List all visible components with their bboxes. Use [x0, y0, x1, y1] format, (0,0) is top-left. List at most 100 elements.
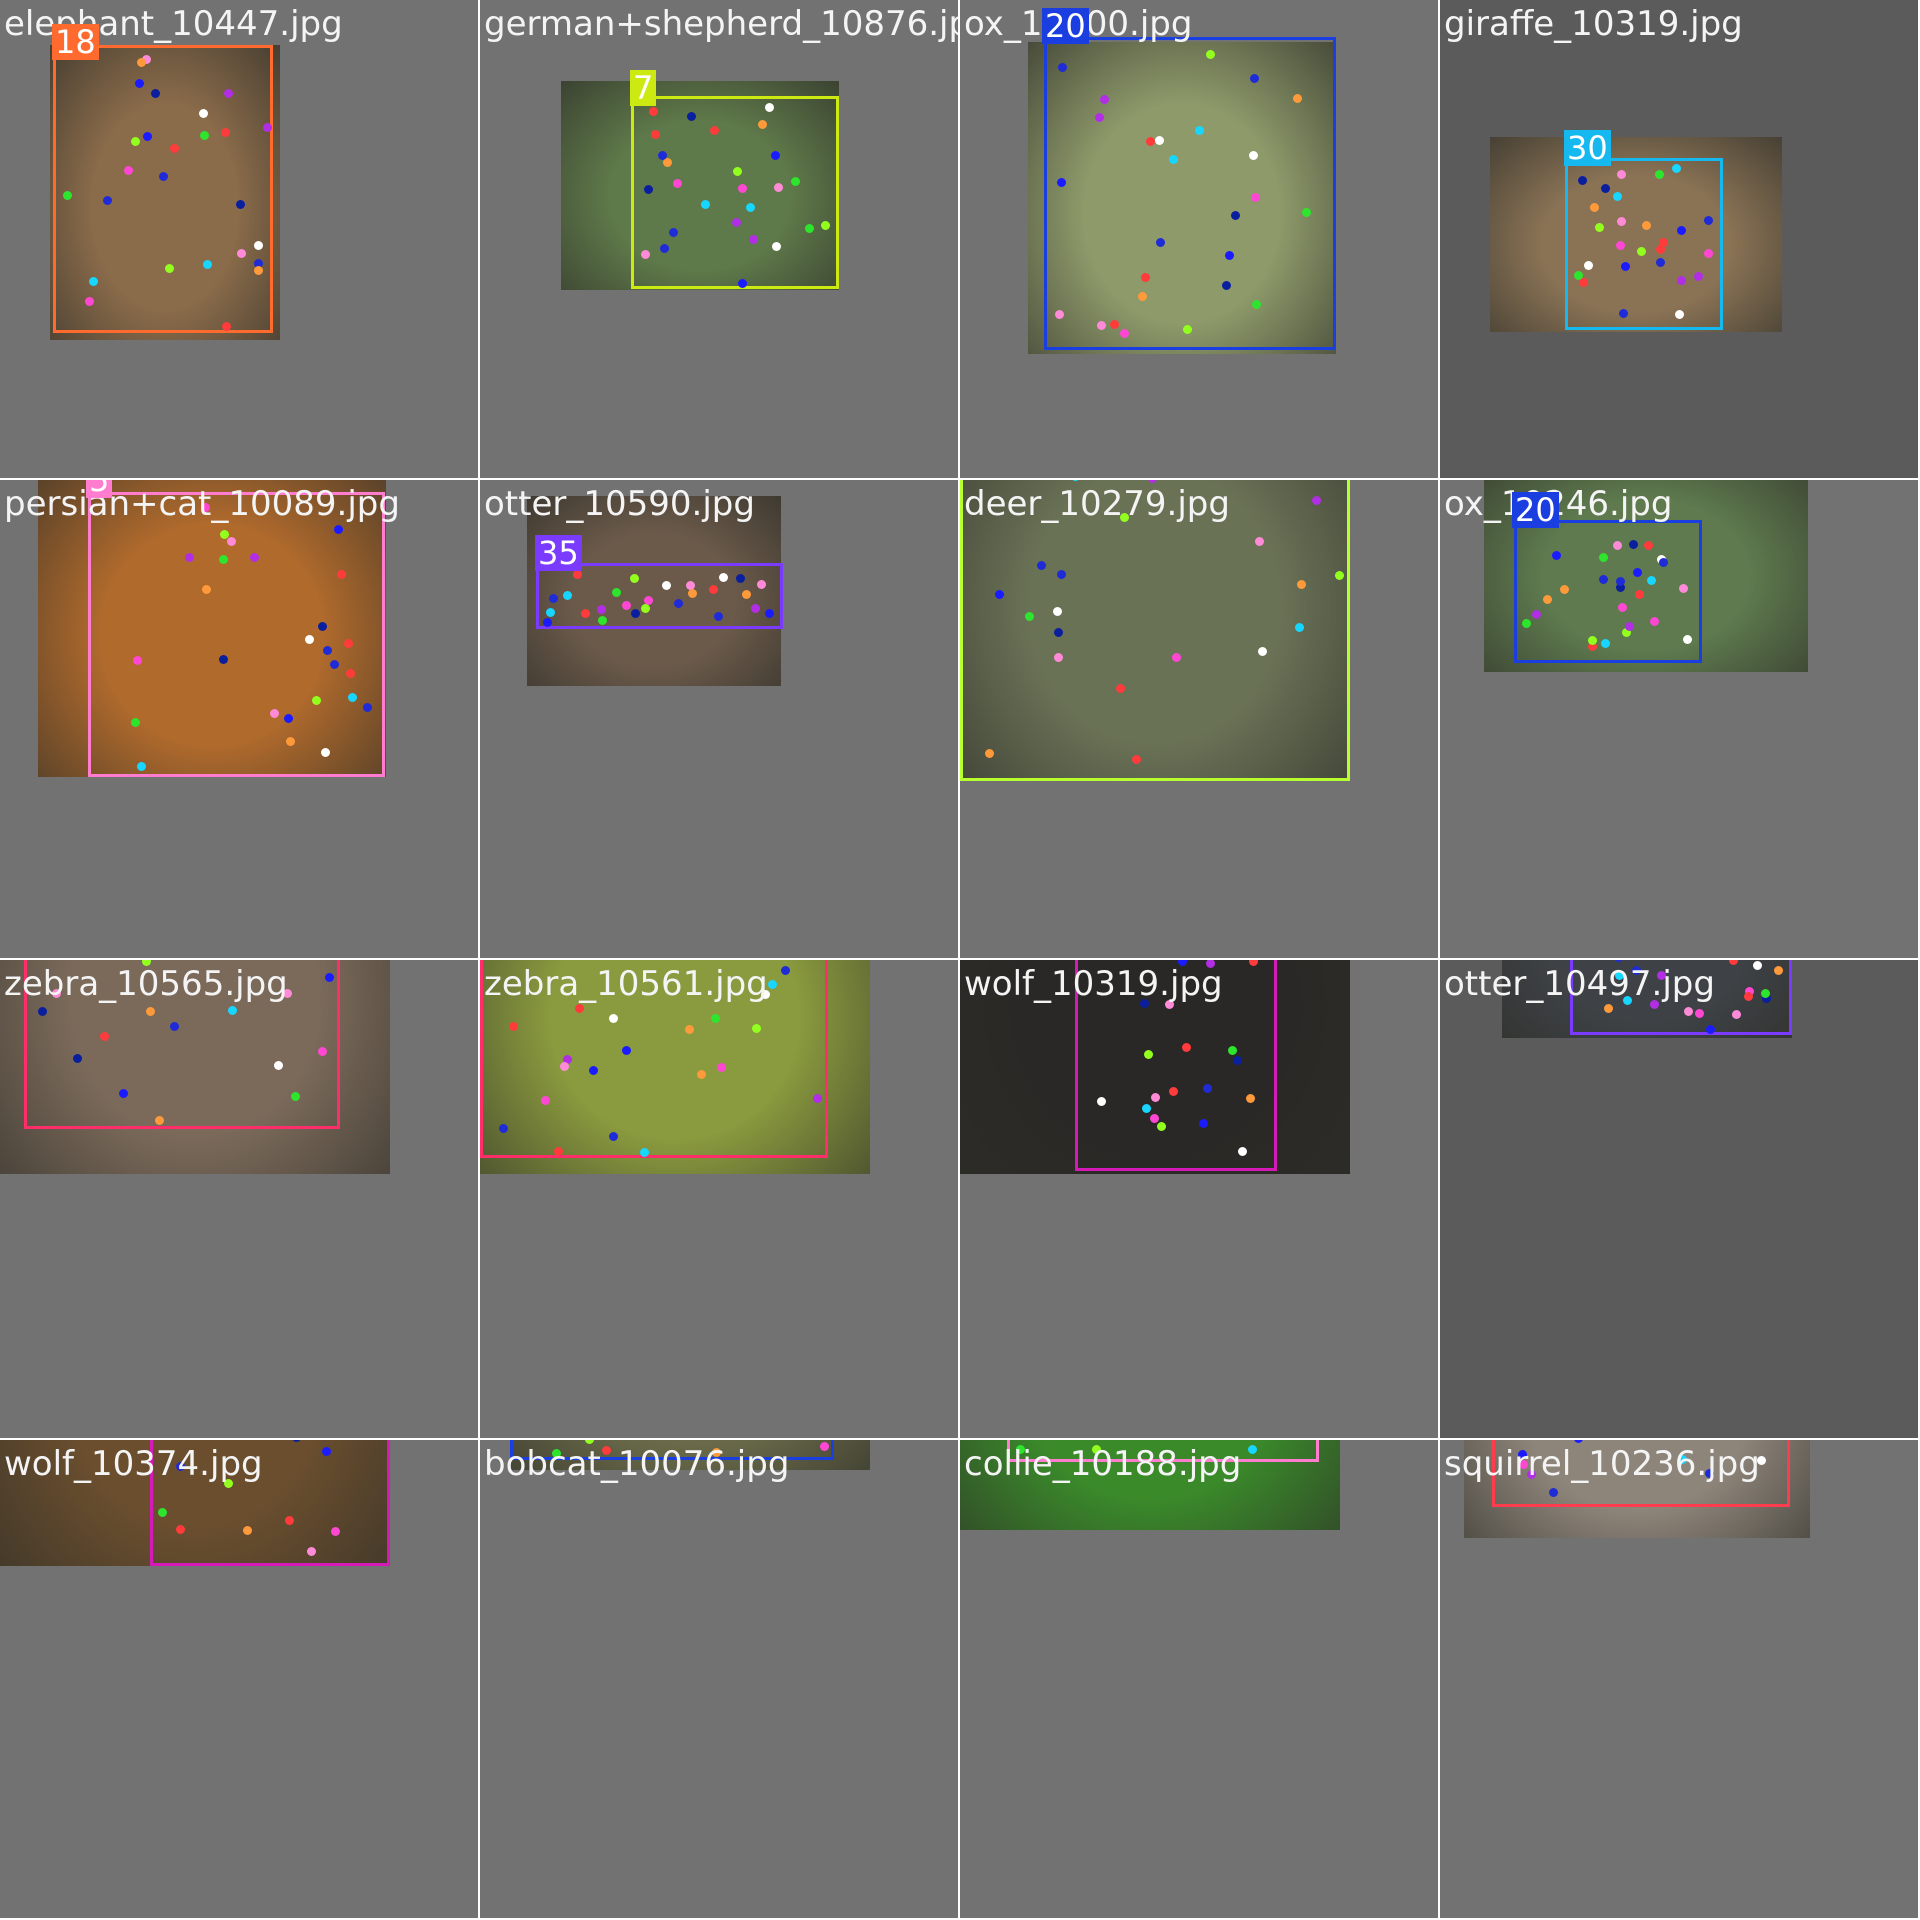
- class-label: 7: [630, 70, 657, 106]
- keypoint: [736, 573, 746, 583]
- keypoint: [1604, 1003, 1614, 1013]
- keypoint: [51, 988, 61, 998]
- keypoint: [1054, 627, 1064, 637]
- tile-otter-10497-jpg[interactable]: otter_10497.jpg35: [1440, 960, 1920, 1440]
- keypoint: [317, 621, 327, 631]
- tile-deer-10279-jpg[interactable]: deer_10279.jpg39: [960, 480, 1440, 960]
- keypoint: [657, 150, 667, 160]
- keypoint: [223, 1479, 233, 1489]
- keypoint: [1141, 1103, 1151, 1113]
- keypoint: [1245, 1093, 1255, 1103]
- keypoint: [821, 220, 830, 230]
- keypoint: [1205, 960, 1215, 969]
- keypoint: [347, 692, 357, 702]
- tile-ox-10246-jpg[interactable]: ox_10246.jpg20: [1440, 480, 1920, 960]
- keypoint: [621, 600, 631, 610]
- keypoint: [130, 717, 140, 727]
- keypoint: [201, 584, 211, 594]
- keypoint: [1249, 73, 1259, 83]
- keypoint: [1091, 1444, 1101, 1454]
- keypoint: [581, 608, 591, 618]
- tile-zebra-10565-jpg[interactable]: zebra_10565.jpg37: [0, 960, 480, 1440]
- keypoint: [641, 249, 651, 259]
- tile-squirrel-10236-jpg[interactable]: squirrel_10236.jpg26: [1440, 1440, 1920, 1920]
- keypoint: [1015, 1444, 1025, 1454]
- tile-persian-cat-10089-jpg[interactable]: persian+cat_10089.jpg 5: [0, 480, 480, 960]
- keypoint: [733, 166, 743, 176]
- keypoint: [154, 1115, 164, 1125]
- class-label: 35: [535, 535, 582, 571]
- keypoint: [760, 990, 770, 1000]
- keypoint: [1140, 272, 1150, 282]
- keypoint: [1615, 240, 1625, 250]
- keypoint: [362, 702, 372, 712]
- keypoint: [820, 1441, 830, 1451]
- tile-wolf-10319-jpg[interactable]: wolf_10319.jpg31: [960, 960, 1440, 1440]
- tile-ox-10200-jpg[interactable]: ox_10200.jpg20: [960, 0, 1440, 480]
- keypoint: [748, 234, 758, 244]
- keypoint: [1094, 112, 1104, 122]
- keypoint: [651, 129, 661, 139]
- bounding-box: [1492, 1440, 1790, 1507]
- keypoint: [574, 1004, 584, 1014]
- keypoint: [306, 1546, 316, 1556]
- keypoint: [684, 1024, 694, 1034]
- keypoint: [102, 195, 112, 205]
- keypoint: [1694, 271, 1704, 281]
- keypoint: [320, 748, 330, 758]
- keypoint: [1612, 540, 1622, 550]
- keypoint: [330, 659, 340, 669]
- keypoint: [1054, 310, 1064, 320]
- keypoint: [1676, 226, 1686, 236]
- keypoint: [253, 240, 263, 250]
- keypoint: [773, 182, 783, 192]
- tile-zebra-10561-jpg[interactable]: zebra_10561.jpg37: [480, 960, 960, 1440]
- keypoint: [1599, 552, 1609, 562]
- keypoint: [737, 278, 747, 288]
- keypoint: [1732, 1009, 1742, 1019]
- keypoint: [304, 635, 314, 645]
- tile-bobcat-10076-jpg[interactable]: bobcat_10076.jpg40: [480, 1440, 960, 1920]
- keypoint: [1296, 579, 1306, 589]
- keypoint: [220, 127, 230, 137]
- keypoint: [751, 603, 761, 613]
- keypoint: [325, 972, 335, 982]
- bounding-box: [631, 96, 839, 289]
- keypoint: [1171, 652, 1181, 662]
- keypoint: [1654, 169, 1664, 179]
- keypoint: [630, 608, 640, 618]
- keypoint: [1628, 540, 1638, 550]
- keypoint: [770, 151, 780, 161]
- keypoint: [136, 57, 146, 67]
- class-label: 20: [1512, 492, 1559, 528]
- keypoint: [1622, 995, 1632, 1005]
- keypoint: [1100, 94, 1110, 104]
- keypoint: [621, 1045, 631, 1055]
- keypoint: [1255, 536, 1265, 546]
- keypoint: [283, 988, 293, 998]
- keypoint: [1612, 192, 1622, 202]
- keypoint: [629, 573, 639, 583]
- tile-collie-10188-jpg[interactable]: collie_10188.jpg45: [960, 1440, 1440, 1920]
- keypoint: [88, 277, 98, 287]
- keypoint: [343, 639, 353, 649]
- bounding-box: [1075, 960, 1277, 1171]
- tile-giraffe-10319-jpg[interactable]: giraffe_10319.jpg 30: [1440, 0, 1920, 480]
- keypoint: [1589, 202, 1599, 212]
- keypoint: [242, 1526, 252, 1536]
- tile-wolf-10374-jpg[interactable]: wolf_10374.jpg31: [0, 1440, 480, 1920]
- class-label: 5: [86, 480, 113, 498]
- keypoint: [1578, 175, 1588, 185]
- tile-german-shepherd-10876-jpg[interactable]: german+shepherd_10876.jpg 7: [480, 0, 960, 480]
- keypoint: [1145, 137, 1155, 147]
- tile-elephant-10447-jpg[interactable]: elephant_10447.jpg 18: [0, 0, 480, 480]
- keypoint: [130, 136, 140, 146]
- keypoint: [262, 122, 272, 132]
- tile-otter-10590-jpg[interactable]: otter_10590.jpg 35: [480, 480, 960, 960]
- keypoint: [641, 604, 651, 614]
- keypoint: [542, 617, 552, 627]
- bounding-box: [88, 492, 385, 777]
- bounding-box: [53, 45, 273, 333]
- keypoint: [1334, 570, 1344, 580]
- keypoint: [37, 1007, 47, 1017]
